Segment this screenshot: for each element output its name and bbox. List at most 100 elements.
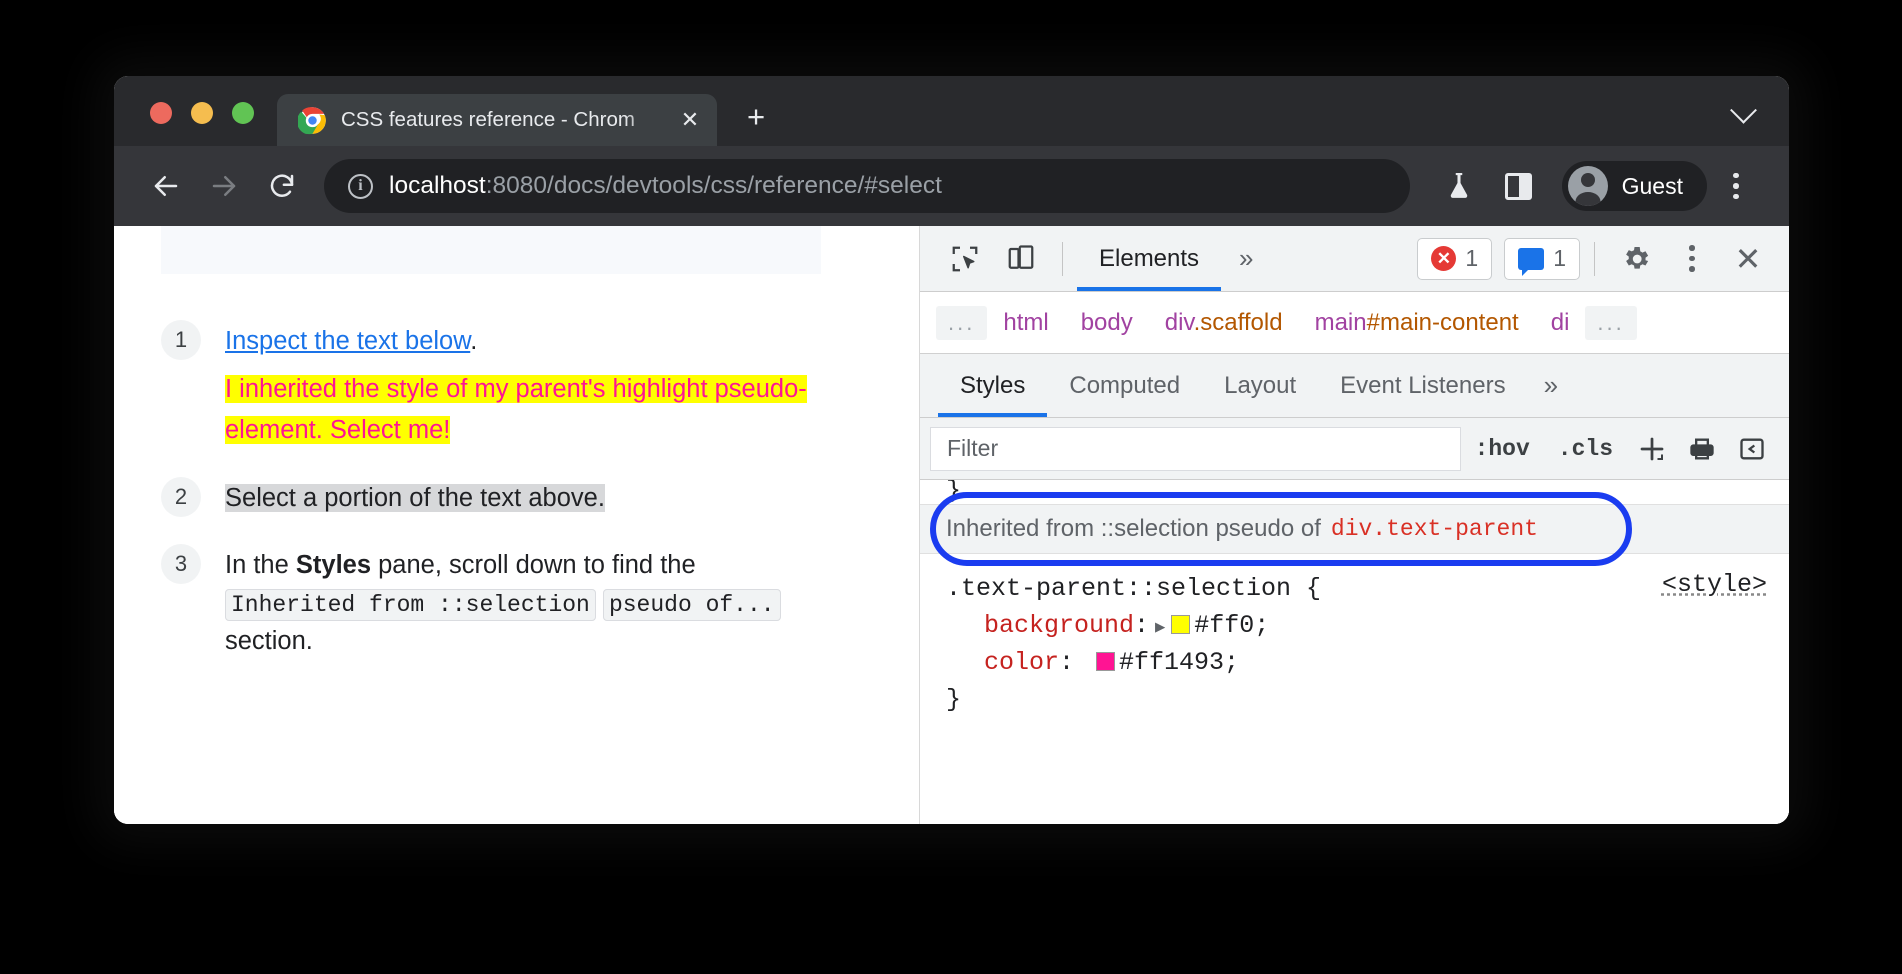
step3-tail: section. xyxy=(225,627,313,655)
inspect-element-icon[interactable] xyxy=(938,235,992,283)
tab-elements[interactable]: Elements xyxy=(1077,227,1221,291)
breadcrumb-overflow-left[interactable]: ... xyxy=(936,306,987,340)
css-property-name: background xyxy=(984,611,1134,640)
colon: : xyxy=(1059,648,1074,677)
panel-overflow-button[interactable]: » xyxy=(1223,243,1269,274)
filter-input[interactable]: Filter xyxy=(930,427,1461,471)
inspect-text-link[interactable]: Inspect the text below xyxy=(225,327,470,355)
close-tab-button[interactable]: ✕ xyxy=(677,109,703,131)
plus-icon[interactable] xyxy=(1627,426,1677,472)
address-bar[interactable]: i localhost:8080/docs/devtools/css/refer… xyxy=(324,159,1410,213)
profile-chip[interactable]: Guest xyxy=(1562,161,1707,211)
browser-window: CSS features reference - Chrom ✕ + i loc… xyxy=(114,76,1789,824)
subtab-overflow-button[interactable]: » xyxy=(1528,370,1574,401)
toggle-element-classes-button[interactable]: .cls xyxy=(1544,436,1627,462)
breadcrumb-item-div-scaffold[interactable]: div.scaffold xyxy=(1149,305,1299,341)
css-property-name: color xyxy=(984,648,1059,677)
toolbar-divider xyxy=(1062,242,1063,276)
step-body: In the Styles pane, scroll down to find … xyxy=(225,544,850,660)
breadcrumb-class: .scaffold xyxy=(1194,309,1283,336)
tab-computed[interactable]: Computed xyxy=(1047,355,1202,417)
css-rule-close-brace: } xyxy=(946,681,1321,718)
reload-icon[interactable] xyxy=(256,160,308,212)
chevron-down-icon xyxy=(1730,97,1757,124)
chrome-logo-icon xyxy=(298,106,327,135)
gear-icon[interactable] xyxy=(1609,235,1663,283)
step3-lead: In the xyxy=(225,551,296,579)
breadcrumb-tag: div xyxy=(1165,309,1194,336)
device-toolbar-icon[interactable] xyxy=(994,235,1048,283)
flask-icon[interactable] xyxy=(1432,159,1486,213)
colon: : xyxy=(1134,611,1149,640)
tab-title: CSS features reference - Chrom xyxy=(341,108,663,132)
page-banner xyxy=(161,226,821,274)
style-source-link[interactable]: <style> xyxy=(1662,570,1767,599)
css-declaration-background[interactable]: background:▶#ff0; xyxy=(946,607,1321,644)
tab-styles[interactable]: Styles xyxy=(938,355,1047,417)
inherited-from-selector[interactable]: div.text-parent xyxy=(1331,516,1538,542)
css-declaration-color[interactable]: color: #ff1493; xyxy=(946,644,1321,681)
breadcrumb-item-truncated[interactable]: di xyxy=(1535,305,1586,341)
inherited-from-section-header: Inherited from ::selection pseudo of div… xyxy=(920,504,1789,554)
color-swatch[interactable] xyxy=(1096,652,1115,671)
expand-triangle-icon[interactable]: ▶ xyxy=(1155,616,1165,641)
step-number: 1 xyxy=(161,320,201,360)
error-icon: ✕ xyxy=(1431,246,1456,271)
tab-event-listeners[interactable]: Event Listeners xyxy=(1318,355,1527,417)
inherited-from-label: Inherited from ::selection pseudo of xyxy=(946,515,1321,543)
step-period: . xyxy=(470,327,477,355)
avatar xyxy=(1568,166,1608,206)
close-devtools-button[interactable]: ✕ xyxy=(1721,235,1775,283)
breadcrumb-item-main-content[interactable]: main#main-content xyxy=(1299,305,1535,341)
message-badge[interactable]: 1 xyxy=(1504,238,1580,280)
step3-bold: Styles xyxy=(296,551,371,579)
error-count: 1 xyxy=(1465,245,1478,272)
filter-placeholder: Filter xyxy=(947,435,998,462)
error-badge[interactable]: ✕ 1 xyxy=(1417,238,1492,280)
profile-label: Guest xyxy=(1622,173,1683,200)
list-item: 2 Select a portion of the text above. xyxy=(161,477,861,518)
maximize-window-button[interactable] xyxy=(232,102,254,124)
list-item: 3 In the Styles pane, scroll down to fin… xyxy=(161,544,861,660)
devtools-toolbar: Elements » ✕ 1 1 xyxy=(920,226,1789,292)
devtools-panel: Elements » ✕ 1 1 xyxy=(920,226,1789,824)
toggle-pseudo-classes-button[interactable]: :hov xyxy=(1461,436,1544,462)
breadcrumb-overflow-right[interactable]: ... xyxy=(1585,306,1636,340)
steps-list: 1 Inspect the text below. I inherited th… xyxy=(161,320,861,674)
tab-search-button[interactable] xyxy=(1734,105,1789,146)
viewport: 1 Inspect the text below. I inherited th… xyxy=(114,226,1789,824)
new-tab-button[interactable]: + xyxy=(747,101,765,132)
screenshot-root: CSS features reference - Chrom ✕ + i loc… xyxy=(0,0,1902,974)
window-traffic-lights xyxy=(114,102,254,146)
side-panel-icon[interactable] xyxy=(1492,159,1546,213)
kebab-menu-icon[interactable] xyxy=(1713,173,1759,200)
close-window-button[interactable] xyxy=(150,102,172,124)
styles-rules-pane: } Inherited from ::selection pseudo of d… xyxy=(920,480,1789,824)
selected-text: Select a portion of the text above. xyxy=(225,484,605,512)
breadcrumb-item-body[interactable]: body xyxy=(1065,305,1149,341)
step-body: Select a portion of the text above. xyxy=(225,477,605,518)
tab-layout[interactable]: Layout xyxy=(1202,355,1318,417)
browser-toolbar: i localhost:8080/docs/devtools/css/refer… xyxy=(114,146,1789,226)
forward-arrow-icon[interactable] xyxy=(198,160,250,212)
browser-tab[interactable]: CSS features reference - Chrom ✕ xyxy=(277,94,717,146)
back-arrow-icon[interactable] xyxy=(140,160,192,212)
url-host: localhost xyxy=(389,172,486,199)
url-path: :8080/docs/devtools/css/reference/#selec… xyxy=(486,172,942,199)
breadcrumb: ... html body div.scaffold main#main-con… xyxy=(920,292,1789,354)
web-page-content: 1 Inspect the text below. I inherited th… xyxy=(114,226,920,824)
styles-subtabs: Styles Computed Layout Event Listeners » xyxy=(920,354,1789,418)
collapse-sidebar-icon[interactable] xyxy=(1727,426,1777,472)
site-info-icon[interactable]: i xyxy=(348,174,373,199)
message-icon xyxy=(1518,248,1544,270)
step-number: 2 xyxy=(161,477,201,517)
print-style-icon[interactable] xyxy=(1677,426,1727,472)
minimize-window-button[interactable] xyxy=(191,102,213,124)
code-inherited-from: Inherited from ::selection xyxy=(225,589,596,621)
css-selector[interactable]: .text-parent::selection { xyxy=(946,574,1321,603)
list-item: 1 Inspect the text below. I inherited th… xyxy=(161,320,861,451)
kebab-menu-icon[interactable] xyxy=(1665,235,1719,283)
color-swatch[interactable] xyxy=(1171,615,1190,634)
breadcrumb-item-html[interactable]: html xyxy=(987,305,1064,341)
css-property-value: #ff1493; xyxy=(1119,648,1239,677)
